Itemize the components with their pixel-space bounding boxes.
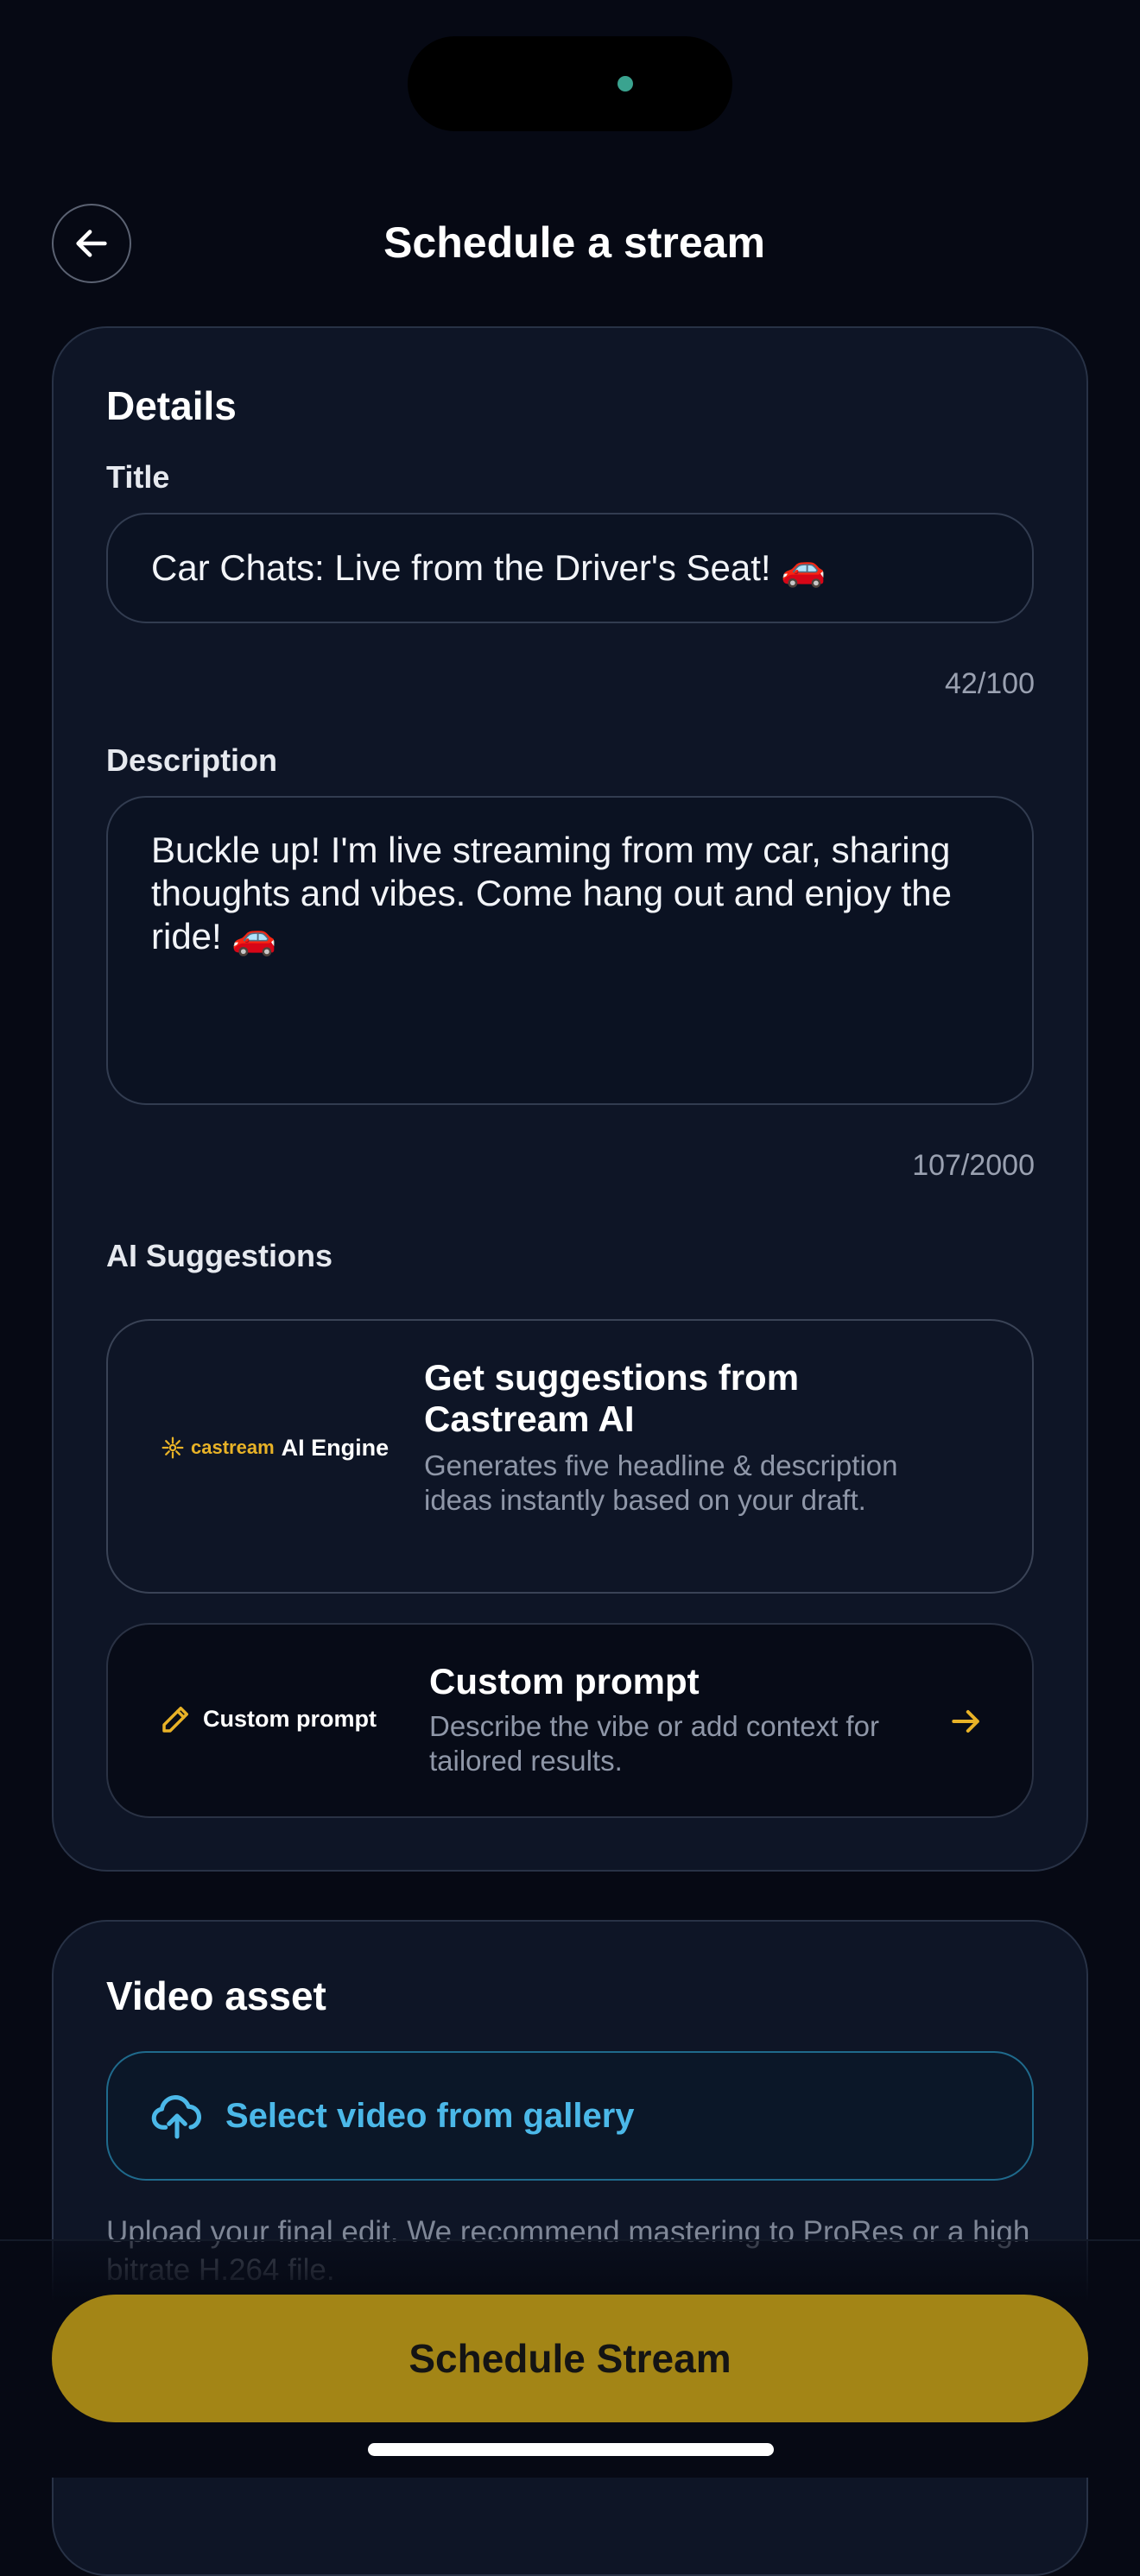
- cloud-upload-icon: [151, 2095, 202, 2139]
- dynamic-island: [408, 36, 732, 131]
- select-video-button[interactable]: Select video from gallery: [106, 2051, 1034, 2181]
- select-video-label: Select video from gallery: [225, 2096, 635, 2135]
- arrow-right-icon[interactable]: [947, 1702, 985, 1740]
- schedule-stream-button[interactable]: Schedule Stream: [52, 2295, 1088, 2422]
- custom-prompt-badge-text: Custom prompt: [203, 1705, 377, 1732]
- camera-dot: [618, 76, 633, 92]
- title-input[interactable]: Car Chats: Live from the Driver's Seat! …: [106, 513, 1034, 623]
- ai-card-description: Generates five headline & description id…: [424, 1449, 898, 1516]
- video-asset-heading: Video asset: [106, 1973, 326, 2018]
- title-input-value: Car Chats: Live from the Driver's Seat! …: [151, 547, 826, 588]
- description-textarea[interactable]: Buckle up! I'm live streaming from my ca…: [106, 796, 1034, 1105]
- details-card: Details Title Car Chats: Live from the D…: [52, 326, 1088, 1872]
- castream-brand-text: castream: [191, 1436, 275, 1458]
- ai-suggestions-heading: AI Suggestions: [106, 1238, 333, 1273]
- custom-prompt-description: Describe the vibe or add context for tai…: [429, 1710, 879, 1777]
- pencil-icon: [162, 1707, 188, 1733]
- ai-card-title: Get suggestions from Castream AI: [424, 1357, 800, 1439]
- page-title: Schedule a stream: [383, 218, 765, 267]
- title-label: Title: [106, 459, 170, 495]
- description-textarea-value: Buckle up! I'm live streaming from my ca…: [151, 830, 952, 957]
- custom-prompt-card[interactable]: Custom prompt Custom prompt Describe the…: [106, 1623, 1034, 1818]
- castream-ai-engine-badge: castream AI Engine: [158, 1433, 389, 1462]
- ai-suggestions-card[interactable]: castream AI Engine Get suggestions from …: [106, 1319, 1034, 1594]
- home-indicator: [368, 2443, 774, 2456]
- castream-logo-icon: [162, 1436, 184, 1459]
- details-heading: Details: [106, 383, 237, 428]
- description-char-counter: 107/2000: [912, 1149, 1035, 1182]
- custom-prompt-badge: Custom prompt: [158, 1701, 377, 1737]
- description-label: Description: [106, 742, 278, 778]
- title-char-counter: 42/100: [945, 667, 1035, 700]
- custom-prompt-title: Custom prompt: [429, 1661, 700, 1702]
- ai-engine-text: AI Engine: [281, 1434, 390, 1461]
